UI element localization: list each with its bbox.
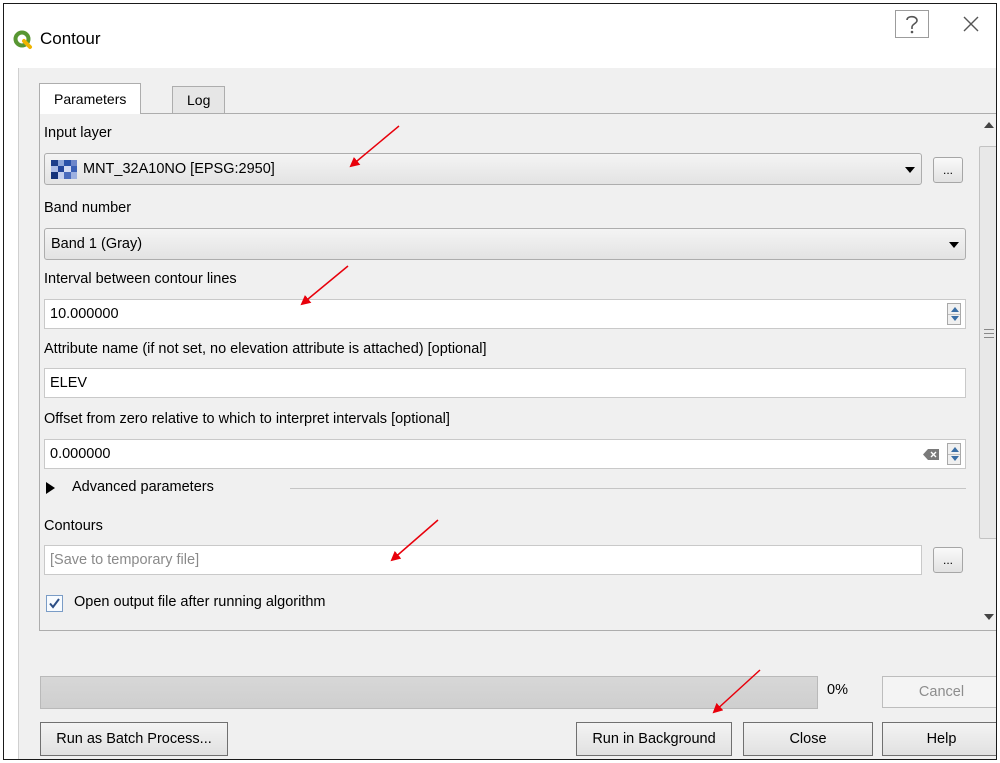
parameters-panel: Input layer MNT_32A10NO [EPSG:2950] ... … xyxy=(39,113,996,631)
dropdown-arrow-icon xyxy=(949,242,959,248)
progress-percent: 0% xyxy=(827,682,848,698)
contour-dialog: Contour Parameters Log Input layer MNT_3… xyxy=(3,3,997,760)
offset-label: Offset from zero relative to which to in… xyxy=(44,411,450,427)
title-bar: Contour xyxy=(4,4,996,68)
input-layer-label: Input layer xyxy=(44,125,112,141)
interval-spinbox[interactable]: 10.000000 xyxy=(44,299,966,329)
band-number-value: Band 1 (Gray) xyxy=(51,236,143,252)
input-layer-value: MNT_32A10NO [EPSG:2950] xyxy=(83,161,275,177)
attribute-name-value: ELEV xyxy=(50,375,88,391)
scroll-down-arrow-icon[interactable] xyxy=(984,614,994,620)
close-button[interactable]: Close xyxy=(743,722,873,756)
advanced-parameters-toggle[interactable]: Advanced parameters xyxy=(44,477,966,499)
interval-value: 10.000000 xyxy=(50,306,119,322)
band-number-combo[interactable]: Band 1 (Gray) xyxy=(44,228,966,260)
input-layer-combo[interactable]: MNT_32A10NO [EPSG:2950] xyxy=(44,153,922,185)
attribute-name-input[interactable]: ELEV xyxy=(44,368,966,398)
contours-output-input[interactable]: [Save to temporary file] xyxy=(44,545,922,575)
vertical-scrollbar[interactable] xyxy=(976,114,996,630)
window-title: Contour xyxy=(40,29,101,48)
tab-parameters[interactable]: Parameters xyxy=(39,83,142,114)
close-icon xyxy=(963,16,979,32)
help-icon xyxy=(906,15,918,34)
dialog-body: Parameters Log Input layer MNT_32A10NO [… xyxy=(18,68,996,759)
run-batch-button[interactable]: Run as Batch Process... xyxy=(40,722,228,756)
cancel-button[interactable]: Cancel xyxy=(882,676,996,708)
offset-spinbox[interactable]: 0.000000 xyxy=(44,439,966,469)
interval-stepper[interactable] xyxy=(947,303,961,325)
contours-label: Contours xyxy=(44,518,103,534)
scrollbar-thumb[interactable] xyxy=(979,146,996,539)
title-help-button[interactable] xyxy=(895,10,929,38)
scroll-up-arrow-icon[interactable] xyxy=(984,122,994,128)
step-up-icon xyxy=(951,447,959,452)
expand-triangle-icon xyxy=(46,482,55,494)
contours-browse-button[interactable]: ... xyxy=(933,547,963,573)
separator-line xyxy=(290,488,966,489)
step-up-icon xyxy=(951,307,959,312)
offset-value: 0.000000 xyxy=(50,446,111,462)
open-output-label: Open output file after running algorithm xyxy=(74,594,326,610)
input-layer-browse-button[interactable]: ... xyxy=(933,157,963,183)
attribute-name-label: Attribute name (if not set, no elevation… xyxy=(44,341,487,357)
clear-icon[interactable] xyxy=(923,449,939,460)
step-down-icon xyxy=(951,456,959,461)
raster-layer-icon xyxy=(51,159,77,179)
help-button[interactable]: Help xyxy=(882,722,996,756)
interval-label: Interval between contour lines xyxy=(44,271,237,287)
qgis-logo-icon xyxy=(13,30,32,49)
advanced-parameters-label: Advanced parameters xyxy=(72,479,214,495)
band-number-label: Band number xyxy=(44,200,132,216)
progress-bar xyxy=(40,676,818,709)
dropdown-arrow-icon xyxy=(905,167,915,173)
title-close-button[interactable] xyxy=(954,10,988,38)
browse-icon: ... xyxy=(942,163,953,177)
contours-placeholder: [Save to temporary file] xyxy=(50,552,200,568)
run-in-background-button[interactable]: Run in Background xyxy=(576,722,732,756)
tab-log[interactable]: Log xyxy=(172,86,226,113)
offset-stepper[interactable] xyxy=(947,443,961,465)
browse-icon: ... xyxy=(942,553,953,567)
open-output-checkbox[interactable] xyxy=(46,595,63,612)
checkmark-icon xyxy=(49,598,60,609)
step-down-icon xyxy=(951,316,959,321)
